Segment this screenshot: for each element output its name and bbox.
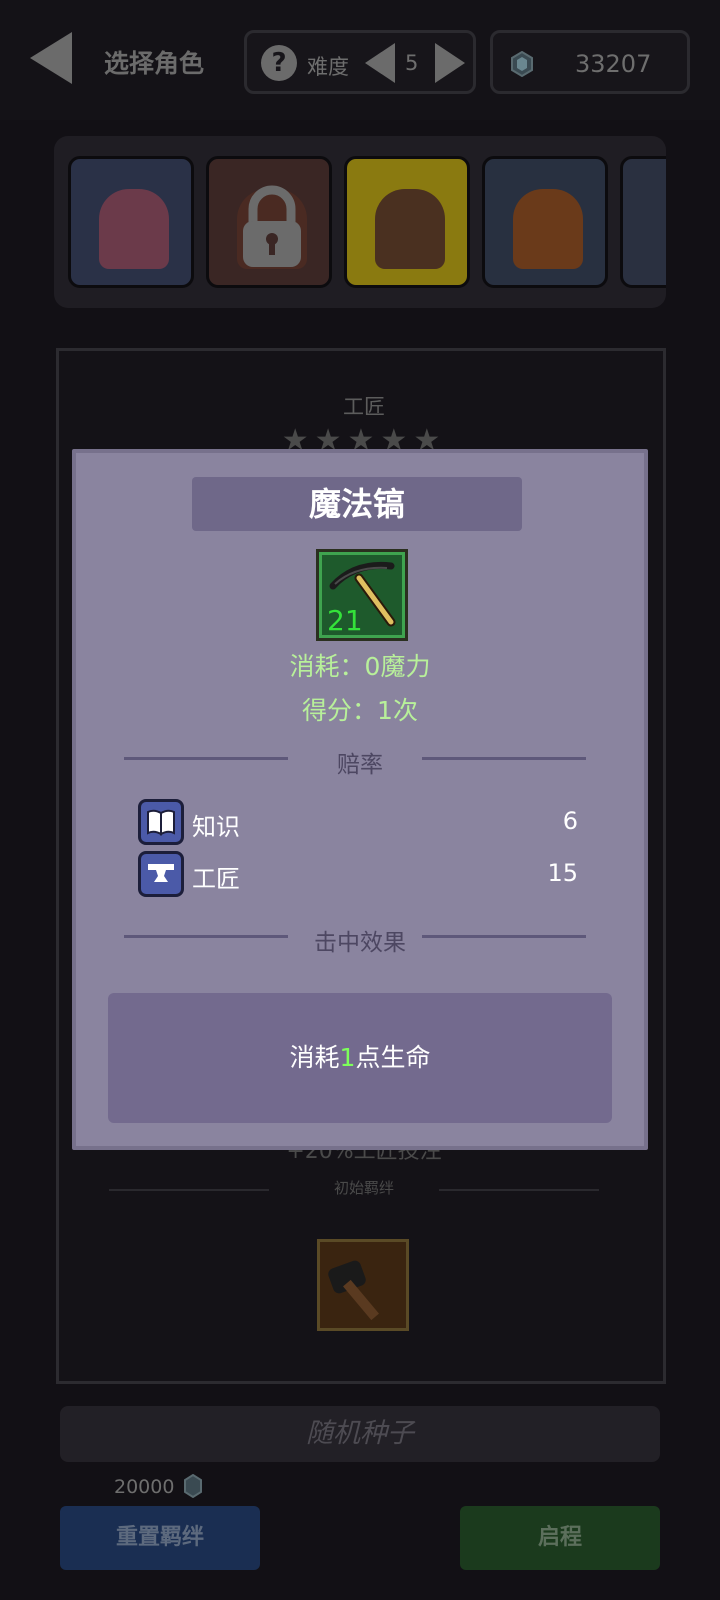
divider bbox=[439, 1189, 599, 1191]
difficulty-increase-button[interactable] bbox=[435, 43, 465, 83]
initial-bond-item[interactable] bbox=[317, 1239, 409, 1331]
difficulty-label: 难度 bbox=[307, 55, 349, 79]
odds-value: 15 bbox=[547, 859, 578, 887]
mana-cost: 消耗：0魔力 bbox=[289, 652, 431, 681]
difficulty-value: 5 bbox=[405, 51, 419, 75]
help-icon[interactable]: ? bbox=[261, 45, 297, 81]
gem-icon bbox=[184, 1474, 202, 1498]
hammer-icon bbox=[328, 1260, 379, 1321]
character-class-label: 工匠 bbox=[343, 395, 385, 419]
character-card-partial[interactable] bbox=[620, 156, 666, 288]
gem-count: 33207 bbox=[575, 50, 652, 78]
hit-effect-header: 击中效果 bbox=[314, 930, 406, 956]
character-card-orange-hair[interactable] bbox=[482, 156, 608, 288]
character-portrait bbox=[375, 189, 445, 269]
lock-icon bbox=[243, 185, 301, 267]
odds-row: 知识 6 bbox=[138, 799, 578, 845]
gem-counter: 33207 bbox=[490, 30, 690, 94]
reset-cost: 20000 bbox=[114, 1476, 175, 1498]
random-seed-input[interactable]: 随机种子 bbox=[60, 1406, 660, 1462]
odds-header: 赔率 bbox=[337, 752, 383, 778]
divider bbox=[422, 757, 586, 760]
top-bar: 选择角色 ? 难度 5 33207 bbox=[0, 0, 720, 120]
effect-text: 点生命 bbox=[355, 1043, 431, 1072]
item-detail-popup: 魔法镐 21 消耗：0魔力 得分：1次 赔率 知识 6 工匠 15 击中效果 消… bbox=[72, 449, 648, 1150]
popup-title: 魔法镐 bbox=[192, 477, 522, 531]
character-portrait bbox=[513, 189, 583, 269]
back-button[interactable] bbox=[22, 28, 82, 88]
hit-effect-box: 消耗1点生命 bbox=[108, 993, 612, 1123]
odds-name: 工匠 bbox=[192, 865, 240, 893]
character-carousel bbox=[54, 136, 666, 308]
page-title: 选择角色 bbox=[104, 49, 205, 78]
odds-row: 工匠 15 bbox=[138, 851, 578, 897]
gem-icon bbox=[511, 51, 533, 77]
character-card-bald-monk[interactable] bbox=[344, 156, 470, 288]
item-level: 21 bbox=[327, 604, 363, 637]
item-icon: 21 bbox=[316, 549, 408, 641]
score-count: 得分：1次 bbox=[302, 696, 418, 725]
odds-name: 知识 bbox=[192, 813, 240, 841]
character-card-red-hair[interactable] bbox=[68, 156, 194, 288]
difficulty-selector: ? 难度 5 bbox=[244, 30, 476, 94]
book-icon bbox=[138, 799, 184, 845]
back-arrow-icon bbox=[30, 32, 72, 84]
start-journey-button[interactable]: 启程 bbox=[460, 1506, 660, 1570]
character-portrait bbox=[99, 189, 169, 269]
character-card-locked[interactable] bbox=[206, 156, 332, 288]
reset-bond-button[interactable]: 重置羁绊 bbox=[60, 1506, 260, 1570]
difficulty-decrease-button[interactable] bbox=[365, 43, 395, 83]
odds-value: 6 bbox=[562, 807, 578, 835]
divider bbox=[422, 935, 586, 938]
effect-number: 1 bbox=[339, 1043, 356, 1072]
anvil-icon bbox=[138, 851, 184, 897]
initial-bond-label: 初始羁绊 bbox=[333, 1179, 394, 1197]
effect-text: 消耗 bbox=[289, 1043, 340, 1072]
